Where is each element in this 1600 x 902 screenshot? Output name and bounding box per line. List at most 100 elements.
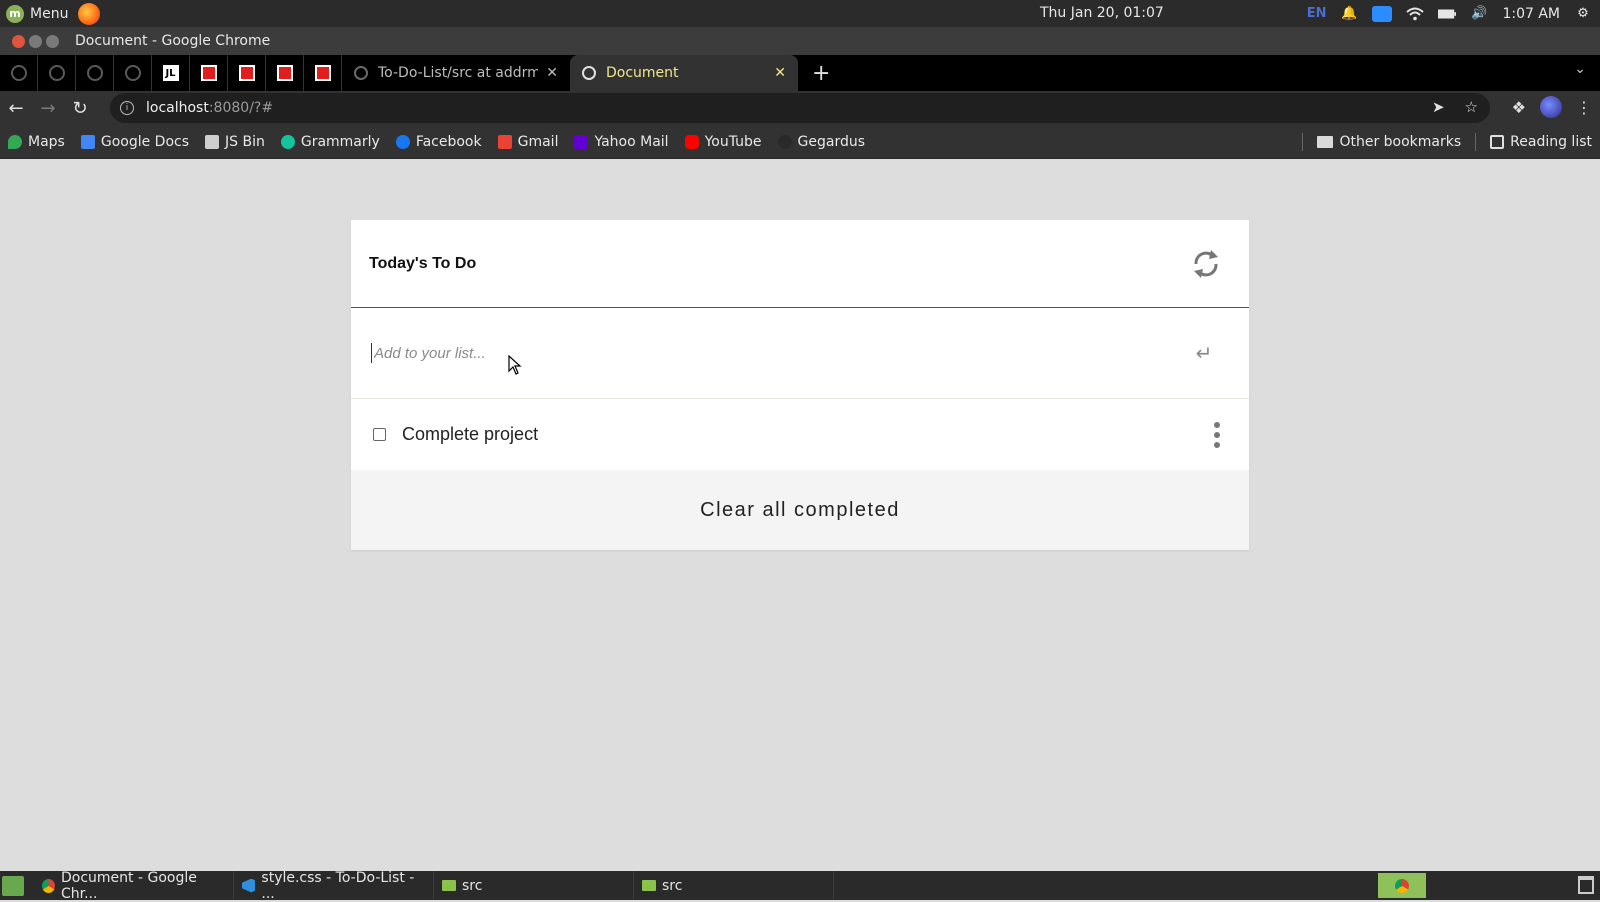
todo-item-more-kebab-icon[interactable] <box>1213 421 1221 448</box>
pinned-tab-red-1[interactable] <box>190 55 228 91</box>
todo-list-item: Complete project <box>351 399 1249 470</box>
trash-icon[interactable] <box>1578 876 1594 894</box>
window-maximize-button[interactable] <box>46 34 59 48</box>
bookmarks-right: Other bookmarks Reading list <box>1296 125 1600 159</box>
bookmark-google-docs[interactable]: Google Docs <box>73 134 197 150</box>
todo-title: Today's To Do <box>369 254 477 272</box>
url-path: :8080/?# <box>208 100 274 116</box>
taskbar-item-src-folder-1[interactable]: src <box>434 871 634 900</box>
mouse-cursor-icon <box>508 355 522 375</box>
bookmark-yahoo-mail[interactable]: Yahoo Mail <box>566 134 676 150</box>
system-clock[interactable]: 1:07 AM <box>1502 6 1560 22</box>
pinned-tab-github-2[interactable] <box>38 55 76 91</box>
wifi-icon[interactable] <box>1406 6 1425 22</box>
refresh-icon[interactable] <box>1191 246 1221 282</box>
red-app-icon <box>276 65 293 81</box>
reading-list-button[interactable]: Reading list <box>1482 134 1600 150</box>
system-menu-label: Menu <box>30 5 69 22</box>
tab-search-chevron-icon[interactable]: ⌄ <box>1574 61 1586 77</box>
bookmark-label: Grammarly <box>300 133 380 150</box>
battery-icon[interactable] <box>1438 6 1457 22</box>
tab-close-icon[interactable]: ✕ <box>774 65 786 81</box>
clear-all-completed-button[interactable]: Clear all completed <box>700 499 900 522</box>
add-todo-input[interactable] <box>371 343 1189 363</box>
pinned-tab-red-4[interactable] <box>304 55 342 91</box>
extensions-puzzle-icon[interactable]: ❖ <box>1512 98 1526 117</box>
settings-gear-icon[interactable]: ⚙ <box>1574 6 1592 22</box>
reload-button[interactable]: ↻ <box>64 92 96 124</box>
bookmark-grammarly[interactable]: Grammarly <box>273 134 388 150</box>
todo-item-checkbox[interactable] <box>373 428 386 441</box>
todo-item-label[interactable]: Complete project <box>402 424 1213 445</box>
red-app-icon <box>314 65 331 81</box>
page-viewport: Today's To Do ↵ Complete project Clear a… <box>0 159 1600 871</box>
chrome-menu-kebab-icon[interactable]: ⋮ <box>1576 98 1592 117</box>
other-bookmarks-folder[interactable]: Other bookmarks <box>1309 134 1469 150</box>
system-menu-button[interactable]: m Menu <box>0 4 69 23</box>
bookmark-label: Yahoo Mail <box>594 133 669 150</box>
volume-icon[interactable]: 🔊 <box>1470 6 1488 22</box>
workspace-chrome-indicator[interactable] <box>1378 873 1426 898</box>
firefox-launcher-icon[interactable] <box>78 2 101 25</box>
window-minimize-button[interactable] <box>29 34 42 48</box>
pinned-tab-github-4[interactable] <box>114 55 152 91</box>
bookmark-js-bin[interactable]: JS Bin <box>197 134 273 150</box>
new-tab-button[interactable]: + <box>812 61 830 86</box>
todo-header: Today's To Do <box>351 220 1249 308</box>
pinned-tab-red-3[interactable] <box>266 55 304 91</box>
system-date-clock[interactable]: Thu Jan 20, 01:07 <box>1040 5 1164 21</box>
pinned-tab-github-3[interactable] <box>76 55 114 91</box>
vscode-icon <box>242 878 256 893</box>
taskbar-item-src-folder-2[interactable]: src <box>634 871 834 900</box>
taskbar-item-vscode[interactable]: style.css - To-Do-List - ... <box>234 869 434 902</box>
pinned-tab-jl[interactable]: JL <box>152 55 190 91</box>
pinned-tab-github-1[interactable] <box>0 55 38 91</box>
keyboard-layout-indicator[interactable]: EN <box>1307 6 1327 21</box>
bookmark-youtube[interactable]: YouTube <box>677 134 770 150</box>
omnibox-actions: ➤ ☆ <box>1432 98 1478 116</box>
zoom-app-icon[interactable] <box>1372 5 1393 22</box>
globe-icon <box>582 66 596 80</box>
gegardus-icon <box>777 134 792 149</box>
github-icon <box>10 65 27 81</box>
tab-document[interactable]: Document ✕ <box>570 55 798 91</box>
send-to-devices-icon[interactable]: ➤ <box>1432 98 1445 116</box>
window-close-button[interactable] <box>12 34 25 48</box>
google-docs-icon <box>80 134 95 149</box>
address-bar[interactable]: i localhost:8080/?# ➤ ☆ <box>110 93 1490 123</box>
tab-close-icon[interactable]: ✕ <box>546 65 558 81</box>
maps-icon <box>8 134 22 149</box>
profile-avatar[interactable] <box>1540 96 1562 118</box>
bookmarks-divider <box>1475 133 1477 151</box>
url-host: localhost <box>146 100 209 116</box>
folder-icon <box>442 880 456 891</box>
mint-logo-icon: m <box>6 4 24 23</box>
other-bookmarks-label: Other bookmarks <box>1339 134 1462 150</box>
bookmark-label: Gegardus <box>797 133 866 150</box>
youtube-icon <box>684 134 699 149</box>
bookmark-star-icon[interactable]: ☆ <box>1465 98 1478 116</box>
github-icon <box>86 65 103 81</box>
back-button[interactable]: ← <box>0 92 32 124</box>
bookmark-gegardus[interactable]: Gegardus <box>770 134 874 150</box>
browser-tab-strip: JL To-Do-List/src at addrmv ✕ Document ✕… <box>0 55 1600 91</box>
enter-return-icon[interactable]: ↵ <box>1189 341 1219 365</box>
bookmark-maps[interactable]: Maps <box>0 134 73 150</box>
taskbar-item-label: src <box>662 877 683 894</box>
pinned-tab-red-2[interactable] <box>228 55 266 91</box>
notifications-bell-icon[interactable]: 🔔 <box>1340 6 1358 22</box>
show-desktop-button[interactable] <box>2 875 24 896</box>
taskbar-item-label: style.css - To-Do-List - ... <box>261 869 415 902</box>
bookmark-facebook[interactable]: Facebook <box>388 134 490 150</box>
yahoo-mail-icon <box>574 134 589 149</box>
tab-github-to-do-list[interactable]: To-Do-List/src at addrmv ✕ <box>342 55 570 91</box>
toolbar-right-actions: ❖ ⋮ <box>1512 96 1592 118</box>
site-info-icon[interactable]: i <box>120 101 134 115</box>
system-taskbar: Document - Google Chr... style.css - To-… <box>0 869 1600 902</box>
forward-button[interactable]: → <box>32 92 64 124</box>
folder-icon <box>1317 136 1334 148</box>
taskbar-item-chrome[interactable]: Document - Google Chr... <box>34 870 234 902</box>
window-controls <box>0 34 59 48</box>
bookmark-gmail[interactable]: Gmail <box>490 134 567 150</box>
bookmarks-bar: Maps Google Docs JS Bin Grammarly Facebo… <box>0 125 1600 159</box>
